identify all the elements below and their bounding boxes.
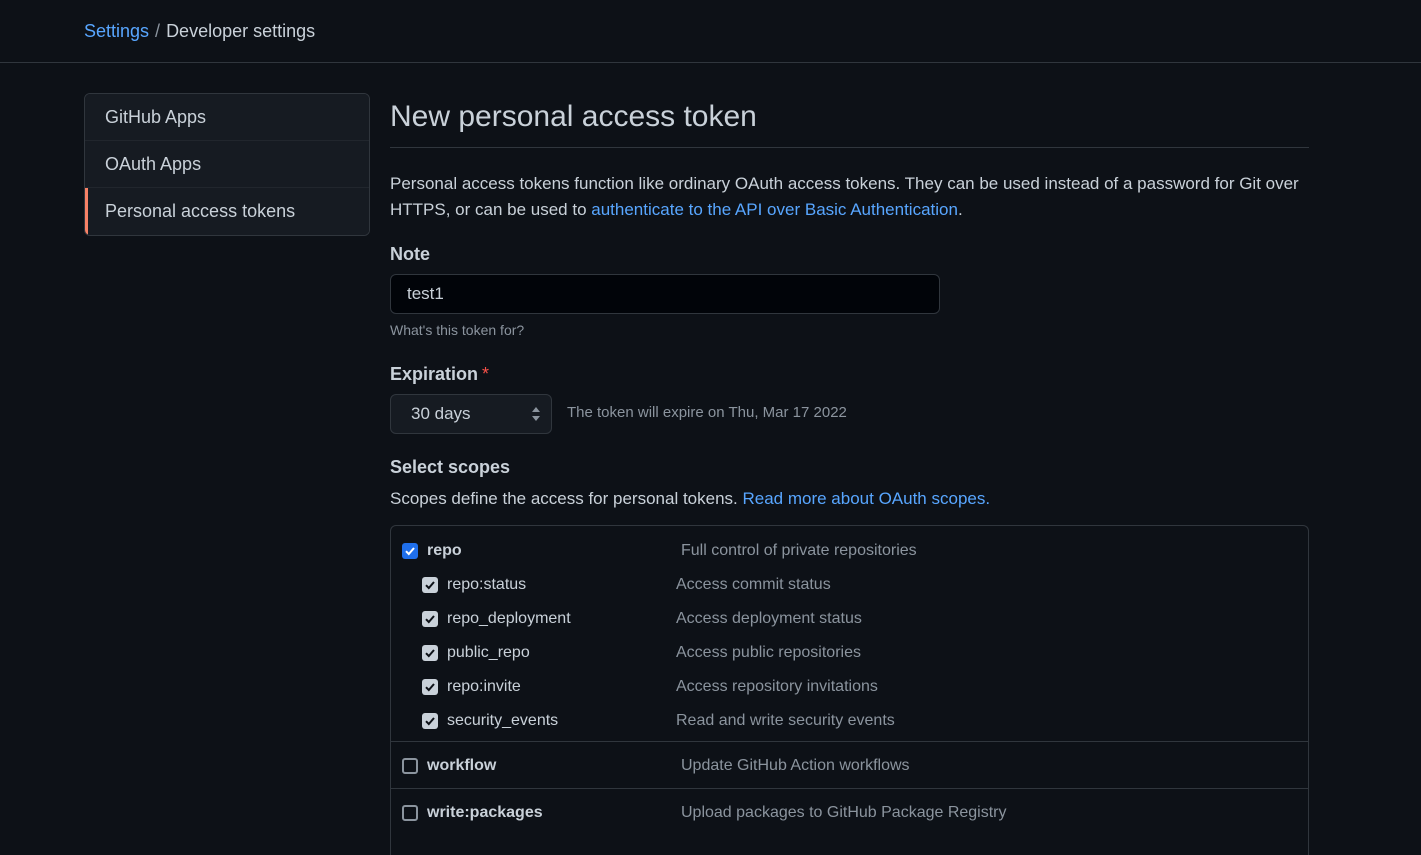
scope-row-write-packages: write:packages Upload packages to GitHub… [391, 796, 1308, 830]
scope-row-public-repo: public_repo Access public repositories [391, 636, 1308, 670]
note-label: Note [390, 244, 430, 264]
scope-name: security_events [447, 712, 559, 729]
repo-status-checkbox[interactable] [422, 577, 438, 593]
scope-name: repo:invite [447, 678, 521, 695]
note-help-text: What's this token for? [390, 322, 525, 338]
scope-desc: Access deployment status [676, 610, 862, 627]
expiration-label: Expiration * [390, 363, 489, 385]
scope-name: write:packages [427, 804, 543, 821]
repo-deployment-checkbox[interactable] [422, 611, 438, 627]
scope-group-write-packages: write:packages Upload packages to GitHub… [391, 789, 1308, 836]
scope-name: public_repo [447, 644, 530, 661]
public-repo-checkbox[interactable] [422, 645, 438, 661]
scope-desc: Access repository invitations [676, 678, 878, 695]
scopes-description-text: Scopes define the access for personal to… [390, 489, 743, 508]
breadcrumb: Settings / Developer settings [84, 20, 315, 42]
scope-group-workflow: workflow Update GitHub Action workflows [391, 742, 1308, 789]
required-mark: * [482, 364, 490, 384]
main-content: New personal access token Personal acces… [390, 95, 1309, 855]
scopes-list: repo Full control of private repositorie… [390, 525, 1309, 855]
scope-desc: Full control of private repositories [681, 542, 917, 559]
scope-row-repo: repo Full control of private repositorie… [391, 534, 1308, 568]
select-arrows-icon [532, 407, 540, 421]
check-icon [425, 649, 435, 658]
expiration-selected-value: 30 days [411, 404, 471, 423]
repo-checkbox[interactable] [402, 543, 418, 559]
sidebar-item-oauth-apps[interactable]: OAuth Apps [85, 141, 369, 188]
intro-text: Personal access tokens function like ord… [390, 171, 1309, 223]
scope-name: repo_deployment [447, 610, 571, 627]
expiration-help-text: The token will expire on Thu, Mar 17 202… [567, 404, 847, 421]
scope-name: repo [427, 542, 462, 559]
scope-row-repo-deployment: repo_deployment Access deployment status [391, 602, 1308, 636]
note-input[interactable] [390, 274, 940, 314]
scope-group-repo: repo Full control of private repositorie… [391, 526, 1308, 742]
scope-row-repo-status: repo:status Access commit status [391, 568, 1308, 602]
scope-desc: Access commit status [676, 576, 831, 593]
sidebar: GitHub Apps OAuth Apps Personal access t… [84, 93, 370, 236]
scopes-description: Scopes define the access for personal to… [390, 489, 990, 509]
check-icon [425, 581, 435, 590]
expiration-select[interactable]: 30 days [390, 394, 552, 434]
scope-desc: Access public repositories [676, 644, 861, 661]
scope-desc: Upload packages to GitHub Package Regist… [681, 804, 1007, 821]
check-icon [425, 683, 435, 692]
expiration-label-text: Expiration [390, 364, 479, 384]
scope-row-security-events: security_events Read and write security … [391, 704, 1308, 738]
workflow-checkbox[interactable] [402, 758, 418, 774]
breadcrumb-settings-link[interactable]: Settings [84, 21, 149, 41]
check-icon [405, 547, 415, 556]
check-icon [425, 615, 435, 624]
scope-row-workflow: workflow Update GitHub Action workflows [391, 749, 1308, 783]
scope-name: workflow [427, 757, 497, 774]
sidebar-item-github-apps[interactable]: GitHub Apps [85, 94, 369, 141]
sidebar-item-personal-access-tokens[interactable]: Personal access tokens [85, 188, 369, 235]
breadcrumb-separator: / [155, 21, 161, 41]
check-icon [425, 717, 435, 726]
security-events-checkbox[interactable] [422, 713, 438, 729]
repo-invite-checkbox[interactable] [422, 679, 438, 695]
breadcrumb-current: Developer settings [166, 21, 316, 41]
scope-name: repo:status [447, 576, 527, 593]
top-bar: Settings / Developer settings [0, 0, 1421, 63]
oauth-scopes-link[interactable]: Read more about OAuth scopes. [742, 489, 990, 508]
write-packages-checkbox[interactable] [402, 805, 418, 821]
page-title: New personal access token [390, 95, 1309, 148]
intro-text-end: . [957, 200, 963, 219]
scope-desc: Read and write security events [676, 712, 895, 729]
scope-row-repo-invite: repo:invite Access repository invitation… [391, 670, 1308, 704]
scope-desc: Update GitHub Action workflows [681, 757, 910, 774]
select-scopes-label: Select scopes [390, 457, 511, 477]
basic-auth-link[interactable]: authenticate to the API over Basic Authe… [591, 200, 958, 219]
